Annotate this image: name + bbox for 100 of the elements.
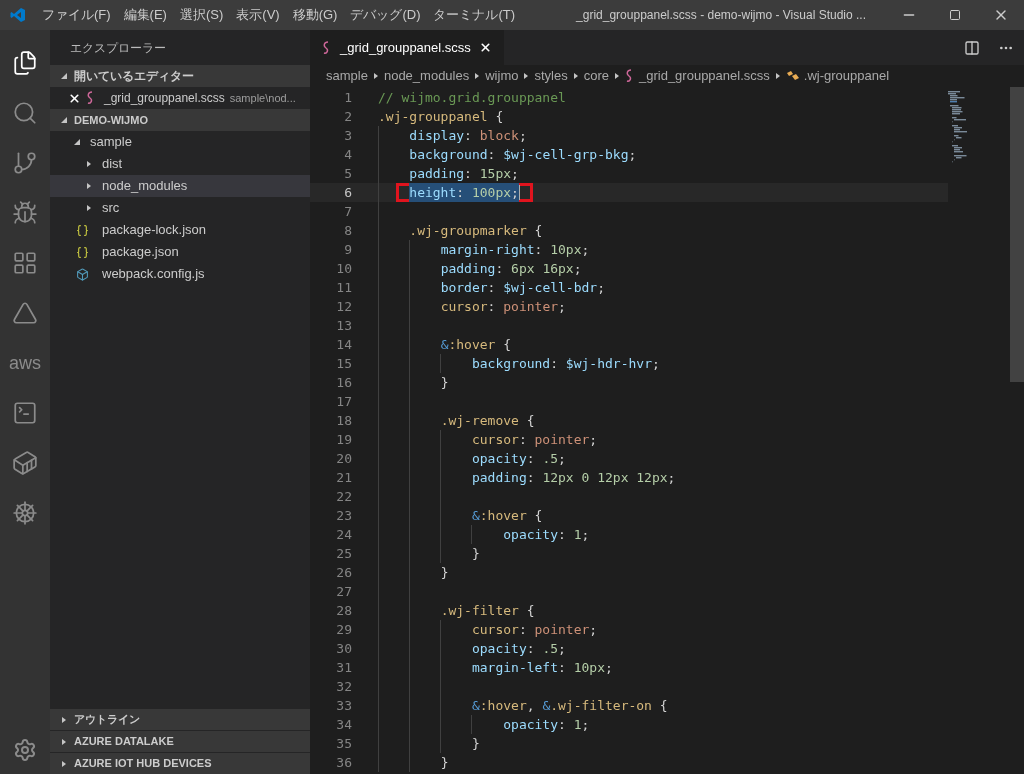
code-line: display: block; (409, 126, 527, 145)
code-line: padding: 6px 16px; (440, 259, 582, 278)
item-label: dist (102, 155, 123, 174)
ship-wheel-icon[interactable] (12, 500, 38, 526)
code-line: } (440, 563, 449, 582)
code-line: opacity: 1; (503, 525, 590, 544)
item-label: node_modules (102, 177, 188, 196)
tree-item[interactable]: package.json (50, 241, 310, 263)
symbol-icon (785, 70, 800, 82)
line-number: 1 (343, 88, 352, 107)
container-icon[interactable] (12, 450, 38, 476)
line-number: 16 (335, 373, 352, 392)
line-number: 4 (343, 145, 352, 164)
menu-item[interactable]: 移動(G) (292, 5, 338, 25)
item-label: package.json (102, 243, 179, 262)
maximize-icon[interactable] (949, 9, 961, 21)
code-line: &:hover, &.wj-filter-on { (471, 696, 668, 715)
search-icon[interactable] (12, 100, 38, 126)
line-number: 2 (343, 107, 352, 126)
code-line: } (440, 373, 449, 392)
menu-item[interactable]: 選択(S) (179, 5, 224, 25)
code-line: } (471, 544, 480, 563)
line-number: 21 (335, 468, 352, 487)
editor-tab[interactable]: _grid_grouppanel.scss (310, 30, 504, 65)
close-icon[interactable] (478, 41, 492, 54)
line-number: 12 (335, 297, 352, 316)
code-line: cursor: pointer; (471, 430, 598, 449)
breadcrumb-item[interactable]: node_modules (383, 66, 470, 86)
code-line: // wijmo.grid.grouppanel (378, 88, 566, 107)
code-line: } (471, 734, 480, 753)
line-number: 17 (335, 392, 352, 411)
line-number: 15 (335, 354, 352, 373)
breadcrumb-item[interactable]: wijmo (485, 66, 519, 86)
app-logo-icon (10, 7, 26, 23)
scrollbar-thumb[interactable] (1010, 87, 1024, 382)
line-number: 5 (343, 164, 352, 183)
code-line: border: $wj-cell-bdr; (440, 278, 605, 297)
grid-icon[interactable] (12, 250, 38, 276)
line-number: 35 (335, 734, 352, 753)
line-number: 23 (335, 506, 352, 525)
section-title: 開いているエディター (74, 68, 194, 85)
breadcrumb-item[interactable]: sample (326, 66, 368, 86)
line-number: 22 (335, 487, 352, 506)
line-number: 11 (335, 278, 352, 297)
branch-icon[interactable] (12, 150, 38, 176)
section-header[interactable]: アウトライン (50, 708, 310, 730)
code-line: &:hover { (440, 335, 512, 354)
split-editor-icon[interactable] (964, 39, 980, 56)
line-number: 31 (335, 658, 352, 677)
line-number: 19 (335, 430, 352, 449)
breadcrumb-item[interactable]: .wj-grouppanel (803, 66, 890, 86)
bug-icon[interactable] (12, 200, 38, 226)
code-line: .wj-remove { (440, 411, 535, 430)
line-number: 6 (343, 183, 352, 202)
code-line: &:hover { (471, 506, 543, 525)
section-title: アウトライン (74, 712, 140, 728)
open-editor-item[interactable]: _grid_grouppanel.scss sample\nod... (50, 87, 310, 109)
line-number: 10 (335, 259, 352, 278)
code-line: opacity: .5; (471, 639, 566, 658)
tree-item[interactable]: src (50, 197, 310, 219)
breadcrumb-item[interactable]: styles (534, 66, 568, 86)
line-number: 9 (343, 240, 352, 259)
tree-item[interactable]: webpack.config.js (50, 263, 310, 285)
terminal-icon[interactable] (12, 400, 38, 426)
menu-item[interactable]: デバッグ(D) (350, 5, 421, 25)
code-line: opacity: 1; (503, 715, 590, 734)
menu-item[interactable]: ファイル(F) (42, 5, 111, 25)
activity-item[interactable]: aws (9, 354, 41, 372)
breadcrumb-item[interactable]: core (583, 66, 609, 86)
triangle-icon[interactable] (12, 300, 38, 326)
tree-item[interactable]: sample (50, 131, 310, 153)
menu-item[interactable]: 編集(E) (123, 5, 167, 25)
tree-item[interactable]: dist (50, 153, 310, 175)
section-header[interactable]: AZURE DATALAKE (50, 730, 310, 752)
caret-icon (773, 72, 782, 80)
line-number: 25 (335, 544, 352, 563)
code-line: background: $wj-cell-grp-bkg; (409, 145, 637, 164)
braces-icon (76, 223, 89, 237)
line-number: 18 (335, 411, 352, 430)
line-number: 26 (335, 563, 352, 582)
section-header[interactable]: AZURE IOT HUB DEVICES (50, 752, 310, 774)
code-line: .wj-grouppanel { (378, 107, 504, 126)
line-number: 33 (335, 696, 352, 715)
section-header[interactable]: DEMO-WIJMO (50, 109, 310, 131)
breadcrumb-item[interactable]: _grid_grouppanel.scss (639, 66, 770, 86)
section-header[interactable]: 開いているエディター (50, 65, 310, 87)
line-number: 28 (335, 601, 352, 620)
tree-item[interactable]: node_modules (50, 175, 310, 197)
caret-icon (613, 72, 621, 80)
code-line: cursor: pointer; (440, 297, 566, 316)
files-icon[interactable] (12, 50, 38, 76)
menu-item[interactable]: 表示(V) (236, 5, 280, 25)
menu-item[interactable]: ターミナル(T) (433, 5, 516, 25)
tree-item[interactable]: package-lock.json (50, 219, 310, 241)
settings-icon[interactable] (13, 738, 37, 762)
file-path: sample\nod... (229, 90, 296, 106)
caret-icon (571, 72, 580, 80)
item-label: package-lock.json (102, 221, 207, 240)
braces-icon (76, 245, 89, 259)
close-icon[interactable] (68, 91, 81, 105)
